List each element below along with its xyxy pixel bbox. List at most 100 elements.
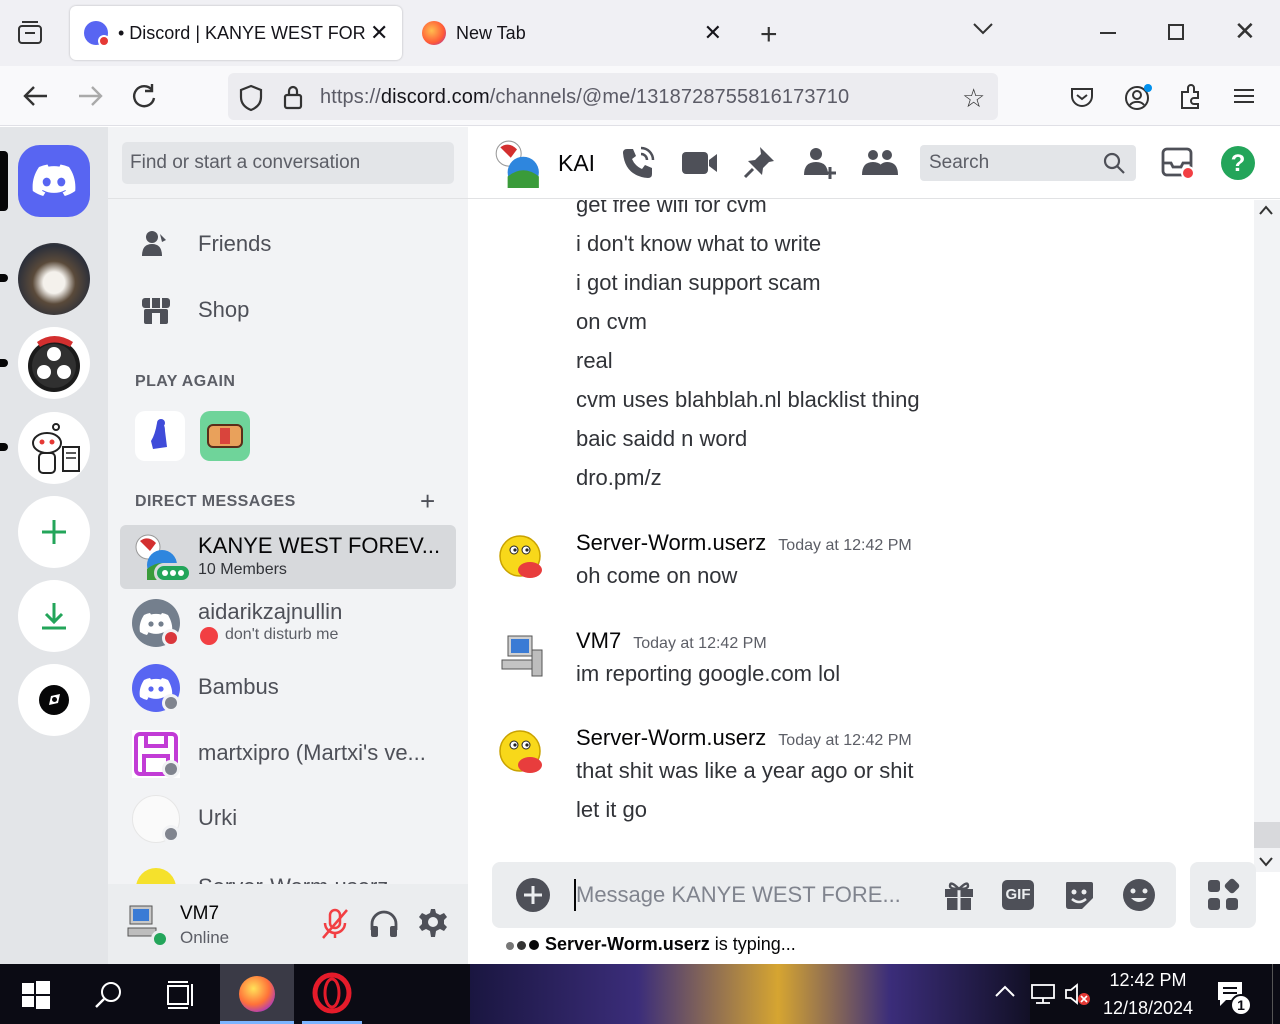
close-tab-icon[interactable]: ✕ (370, 20, 388, 46)
list-all-tabs-chevron-icon[interactable] (972, 22, 994, 36)
opera-icon (312, 972, 352, 1014)
restore-icon[interactable] (1168, 24, 1184, 40)
emoji-picker-icon[interactable] (1122, 878, 1156, 912)
nav-friends[interactable]: Friends (120, 214, 456, 274)
scroll-down-chevron-icon[interactable] (1258, 855, 1274, 867)
url-text[interactable]: https://discord.com/channels/@me/1318728… (320, 86, 849, 109)
close-tab-icon[interactable]: ✕ (704, 20, 722, 46)
red-circle-emoji-icon (200, 627, 218, 645)
plus-icon (42, 520, 66, 544)
clock-time[interactable]: 12:42 PM (1104, 970, 1192, 991)
message-text: im reporting google.com lol (576, 661, 841, 686)
message-text: cvm uses blahblah.nl blacklist thing (576, 387, 920, 412)
discover-button[interactable] (18, 664, 90, 736)
dm-item-martxipro[interactable]: martxipro (Martxi's ve... (120, 722, 456, 786)
new-tab-plus-icon[interactable]: + (760, 18, 778, 52)
show-hidden-icons-chevron-icon[interactable] (994, 984, 1016, 998)
dm-name: aidarikzajnullin (198, 599, 343, 624)
typing-indicator: Server-Worm.userz is typing... (506, 934, 796, 955)
lock-icon[interactable] (282, 84, 304, 110)
volume-muted-icon[interactable] (1064, 982, 1092, 1006)
extensions-puzzle-icon[interactable] (1178, 84, 1204, 110)
search-placeholder: Search (929, 152, 990, 173)
taskbar-firefox-button[interactable] (220, 964, 294, 1024)
message-author[interactable]: Server-Worm.userz Today at 12:42 PM (576, 530, 912, 556)
gif-picker-button[interactable]: GIF (1002, 880, 1034, 910)
task-view-icon[interactable] (166, 980, 196, 1010)
dm-item-urki[interactable]: Urki (120, 787, 456, 851)
nav-shop[interactable]: Shop (120, 280, 456, 340)
tab-overview-icon[interactable] (16, 20, 44, 46)
dm-name: martxipro (Martxi's ve... (198, 740, 426, 765)
download-apps-button[interactable] (18, 580, 90, 652)
taskbar-search-icon[interactable] (94, 980, 124, 1010)
tongue-emoji-avatar[interactable] (496, 727, 550, 781)
message-author[interactable]: Server-Worm.userz Today at 12:42 PM (576, 725, 912, 751)
network-icon[interactable] (1030, 982, 1056, 1004)
user-panel-status: Online (180, 928, 230, 947)
back-icon[interactable] (22, 84, 50, 108)
deafen-headphones-icon[interactable] (368, 908, 400, 940)
search-input[interactable]: Search (920, 145, 1136, 181)
pocket-icon[interactable] (1070, 86, 1094, 108)
dm-item-kanye-west-forever[interactable]: KANYE WEST FOREV... 10 Members (120, 525, 456, 589)
add-server-button[interactable] (18, 496, 90, 568)
user-settings-gear-icon[interactable] (417, 907, 449, 939)
dm-item-bambus[interactable]: Bambus (120, 656, 456, 720)
firefox-favicon-icon (422, 21, 446, 45)
start-video-call-icon[interactable] (680, 143, 720, 183)
start-voice-call-icon[interactable] (619, 143, 659, 183)
dm-item-server-worm-clipped[interactable]: Server-Worm.userz (120, 852, 456, 884)
play-again-game-2[interactable] (200, 411, 250, 461)
taskbar-opera-button[interactable] (302, 964, 362, 1024)
tracking-protection-shield-icon[interactable] (238, 84, 264, 112)
scrollbar-thumb[interactable] (1254, 822, 1280, 848)
message-input[interactable]: Message KANYE WEST FORE... (576, 882, 901, 908)
group-dm-avatar (492, 139, 542, 189)
inbox-icon[interactable] (1158, 143, 1198, 183)
dm-item-aidarikzajnullin[interactable]: aidarikzajnullin don't disturb me (120, 591, 456, 655)
send-gift-icon[interactable] (942, 878, 976, 912)
bookmark-star-icon[interactable]: ☆ (962, 83, 985, 114)
tab-discord[interactable]: • Discord | KANYE WEST FOREV ✕ (70, 6, 402, 60)
forward-icon[interactable] (76, 84, 104, 108)
friends-icon (140, 228, 172, 260)
minimize-icon[interactable] (1100, 32, 1116, 34)
start-windows-icon[interactable] (22, 981, 50, 1009)
server-icon-reddit[interactable] (18, 412, 90, 484)
channel-name[interactable]: KAI (558, 150, 596, 177)
upload-plus-icon[interactable] (515, 877, 551, 913)
app-launcher-button[interactable] (1190, 862, 1256, 928)
direct-messages-home-button[interactable] (18, 145, 90, 217)
offline-status-icon (162, 760, 180, 778)
tongue-emoji-avatar[interactable] (496, 532, 550, 586)
server-icon-dog[interactable] (18, 243, 90, 315)
tab-new-tab[interactable]: New Tab ✕ (410, 6, 730, 60)
scroll-up-chevron-icon[interactable] (1258, 204, 1274, 216)
server-icon-obs[interactable] (18, 327, 90, 399)
account-icon[interactable] (1124, 84, 1152, 112)
message-author[interactable]: VM7 Today at 12:42 PM (576, 628, 767, 654)
show-desktop-button[interactable] (1272, 964, 1280, 1024)
computer-avatar-icon[interactable] (496, 630, 550, 684)
reload-icon[interactable] (130, 82, 158, 110)
scrollbar-track[interactable] (1254, 200, 1280, 872)
nav-friends-label: Friends (198, 231, 272, 256)
create-dm-plus-icon[interactable]: + (420, 486, 435, 517)
dm-subtitle: 10 Members (198, 561, 287, 578)
help-icon[interactable]: ? (1218, 143, 1258, 183)
clock-date[interactable]: 12/18/2024 (1098, 998, 1198, 1019)
member-list-icon[interactable] (860, 143, 900, 183)
menu-hamburger-icon[interactable] (1234, 88, 1254, 104)
close-window-icon[interactable]: ✕ (1234, 16, 1256, 47)
typing-text: is typing... (709, 934, 796, 954)
mute-microphone-icon[interactable] (320, 908, 350, 940)
pinned-messages-icon[interactable] (740, 143, 780, 183)
shop-icon (140, 294, 172, 326)
notification-count-badge: 1 (1230, 994, 1252, 1016)
sticker-icon[interactable] (1062, 878, 1096, 912)
find-conversation-button[interactable]: Find or start a conversation (122, 142, 454, 184)
add-friends-to-dm-icon[interactable] (800, 143, 840, 183)
typing-dot-icon (517, 941, 526, 950)
play-again-game-1[interactable] (135, 411, 185, 461)
